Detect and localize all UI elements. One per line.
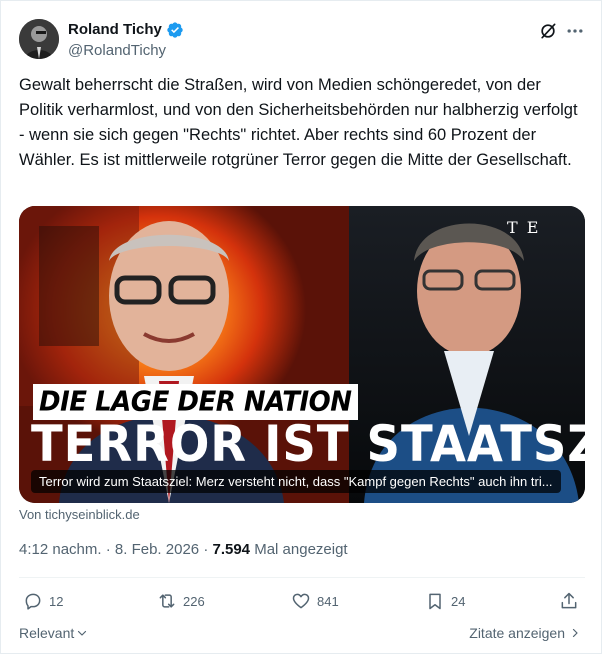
bookmark-icon	[429, 593, 441, 610]
reply-icon	[25, 593, 41, 610]
overlay-subtitle: DIE LAGE DER NATION	[39, 386, 352, 418]
verified-badge-icon	[167, 22, 183, 38]
author-name[interactable]: Roland Tichy	[68, 20, 184, 40]
view-count: 7.594	[212, 541, 251, 558]
reply-count: 12	[49, 593, 64, 609]
bookmark-button[interactable]: 24	[425, 591, 465, 611]
reply-button[interactable]: 12	[23, 591, 63, 611]
tweet-text: Gewalt beherrscht die Straßen, wird von …	[19, 76, 578, 169]
heart-icon	[292, 593, 310, 609]
link-card-caption[interactable]: Terror wird zum Staatsziel: Merz versteh…	[31, 470, 561, 493]
author-handle[interactable]: @RolandTichy	[68, 41, 166, 61]
repost-icon	[159, 594, 175, 608]
tweet-card: Roland Tichy @RolandTichy Gewalt beherrs…	[0, 0, 602, 654]
like-button[interactable]: 841	[291, 591, 339, 611]
meta-separator: ·	[105, 541, 115, 558]
overlay-headline: TERROR IST STAATSZIEL	[31, 415, 585, 473]
tweet-time[interactable]: 4:12 nachm.	[19, 541, 102, 558]
like-count: 841	[317, 593, 339, 609]
show-quotes-link[interactable]: Zitate anzeigen	[469, 625, 581, 641]
sort-relevant-dropdown[interactable]: Relevant	[19, 625, 88, 641]
publisher-logo: T E	[507, 218, 541, 237]
tweet-date[interactable]: 8. Feb. 2026	[115, 541, 199, 558]
avatar[interactable]	[19, 19, 59, 59]
more-options-icon[interactable]	[565, 21, 585, 41]
action-bar: 12 226 841 24	[19, 591, 585, 615]
repost-button[interactable]: 226	[157, 591, 205, 611]
chevron-down-icon	[78, 630, 87, 636]
show-quotes-label: Zitate anzeigen	[469, 625, 565, 641]
bookmark-count: 24	[451, 593, 466, 609]
chevron-right-icon	[572, 628, 578, 638]
tweet-meta: 4:12 nachm. · 8. Feb. 2026 · 7.594 Mal a…	[19, 540, 348, 560]
link-source[interactable]: Von tichyseinblick.de	[19, 507, 140, 522]
sort-label: Relevant	[19, 625, 75, 641]
repost-count: 226	[183, 593, 205, 609]
grok-icon[interactable]	[538, 21, 558, 41]
share-icon	[561, 592, 577, 609]
share-button[interactable]	[559, 591, 579, 611]
author-name-text[interactable]: Roland Tichy	[68, 20, 162, 40]
divider	[19, 577, 585, 578]
link-card-media[interactable]: T E DIE LAGE DER NATION TERROR IST STAAT…	[19, 206, 585, 503]
views-label: Mal angezeigt	[254, 541, 348, 558]
